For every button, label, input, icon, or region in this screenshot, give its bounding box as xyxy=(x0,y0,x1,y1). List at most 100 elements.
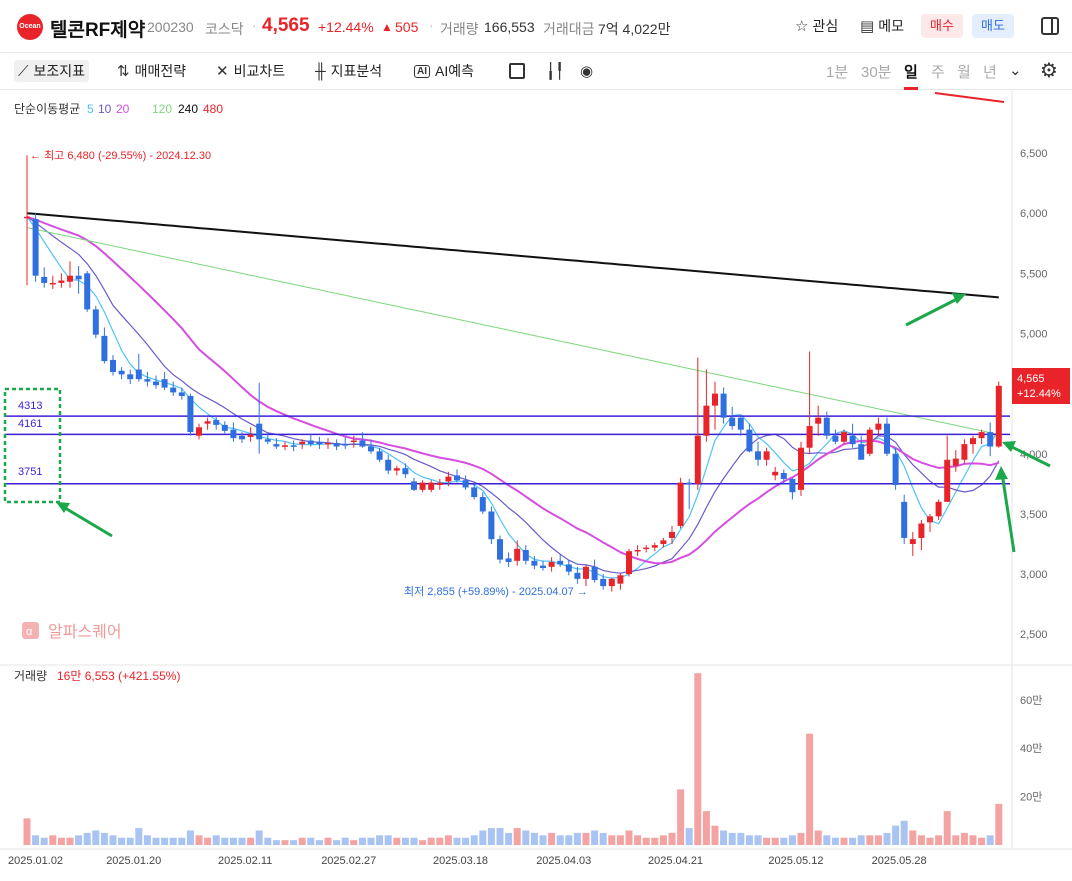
candle-body xyxy=(462,480,469,488)
period-month[interactable]: 월 xyxy=(957,61,971,82)
volume-bar xyxy=(109,835,117,845)
compare-button[interactable]: ✕ 비교차트 xyxy=(216,60,285,82)
volume-bar xyxy=(823,835,831,845)
volume-bar xyxy=(909,830,917,845)
period-30min[interactable]: 30분 xyxy=(861,61,892,82)
volume-bar xyxy=(290,840,298,845)
candle-body xyxy=(875,423,882,430)
volume-bar xyxy=(591,830,599,845)
period-day[interactable]: 일 xyxy=(904,61,918,90)
volume-bar xyxy=(393,837,401,845)
candle-body xyxy=(67,275,73,282)
candle-body xyxy=(436,482,443,486)
candle-body xyxy=(849,435,856,445)
volume-bar xyxy=(126,837,134,845)
candle-body xyxy=(307,440,314,445)
candle-type-button[interactable]: ╽╿ xyxy=(546,60,564,82)
volume-bar xyxy=(186,830,194,845)
ai-predict-button[interactable]: AI AI예측 xyxy=(414,60,474,82)
candle-body xyxy=(729,417,736,427)
change-rate: +12.44% xyxy=(318,19,374,35)
screenshot-button[interactable]: ◉ xyxy=(580,60,593,82)
period-year[interactable]: 년 xyxy=(983,61,997,82)
volume-bar xyxy=(711,825,719,845)
volume-bar xyxy=(685,828,693,845)
candle-body xyxy=(58,280,65,283)
candle-body xyxy=(196,427,202,436)
volume-bar xyxy=(66,837,74,845)
side-panel-icon[interactable] xyxy=(1041,17,1059,35)
green-arrow-1 xyxy=(59,503,113,538)
volume-bar xyxy=(926,837,934,845)
volume-bar xyxy=(969,835,977,845)
candle-body xyxy=(755,451,761,460)
ma480-line xyxy=(934,92,1005,103)
volume-bar xyxy=(573,832,581,845)
hline-label-3751: 3751 xyxy=(18,466,42,478)
ma-legend-20: 20 xyxy=(116,102,130,116)
candle-body xyxy=(342,444,349,446)
volume-bar xyxy=(522,830,530,845)
volume-bar xyxy=(272,840,280,845)
date-tick-label: 2025.02.11 xyxy=(218,855,272,867)
candle-body xyxy=(806,426,813,448)
volume-bar xyxy=(651,837,659,845)
price-chart[interactable]: 6,5006,0005,5005,0004,5004,0003,5003,000… xyxy=(0,89,1072,881)
candle-body xyxy=(161,379,168,388)
volume-bar xyxy=(737,832,745,845)
memo-button[interactable]: ▤ 메모 xyxy=(860,16,904,36)
volume-bar xyxy=(350,840,358,845)
candle-body xyxy=(290,445,297,447)
volume-bar xyxy=(728,832,736,845)
volume-bar xyxy=(264,837,272,845)
volume-bar xyxy=(814,830,822,845)
stock-name: 텔콘RF제약 xyxy=(50,20,146,41)
candle-body xyxy=(92,309,99,335)
square-tool-button[interactable] xyxy=(509,60,525,82)
candle-body xyxy=(531,560,538,566)
volume-bar xyxy=(866,835,874,845)
indicators-button[interactable]: ⟋ 보조지표 xyxy=(14,60,90,82)
candle-body xyxy=(600,578,607,587)
candle-body xyxy=(866,429,873,454)
candle-body xyxy=(944,459,951,502)
ma-legend-5: 5 xyxy=(87,102,94,116)
stock-code: 200230 xyxy=(147,19,194,35)
volume-bar xyxy=(599,832,607,845)
period-week[interactable]: 주 xyxy=(931,61,945,82)
gear-icon[interactable]: ⚙ xyxy=(1040,58,1058,83)
up-arrow-icon: ▲ xyxy=(381,20,393,34)
volume-bar xyxy=(143,835,151,845)
volume-bar xyxy=(857,835,865,845)
analysis-button[interactable]: ╫ 지표분석 xyxy=(315,60,382,82)
buy-button[interactable]: 매수 xyxy=(921,14,963,38)
candle-body xyxy=(737,417,744,430)
star-icon: ☆ xyxy=(795,18,809,35)
volume-bar xyxy=(229,837,237,845)
stock-market: 코스닥 xyxy=(205,21,244,37)
candle-body xyxy=(746,429,753,452)
volume-bar xyxy=(32,835,40,845)
volume-bar xyxy=(642,837,650,845)
candle-body xyxy=(522,549,529,561)
volume-bar xyxy=(298,837,306,845)
watch-button[interactable]: ☆ 관심 xyxy=(795,16,838,36)
volume-bar xyxy=(530,832,538,845)
period-1min[interactable]: 1분 xyxy=(826,61,848,82)
camera-icon: ◉ xyxy=(580,63,594,80)
candle-body xyxy=(273,444,280,447)
sort-arrows-icon: ⇅ xyxy=(117,63,130,80)
candle-body xyxy=(694,435,701,484)
green-arrowhead-4 xyxy=(995,466,1008,480)
strategy-button[interactable]: ⇅ 매매전략 xyxy=(117,60,186,82)
volume-bar xyxy=(49,835,57,845)
candle-body xyxy=(686,482,693,485)
chevron-down-icon[interactable]: ⌄ xyxy=(1009,61,1022,79)
candle-body xyxy=(858,444,865,460)
volume-bar xyxy=(212,835,220,845)
sell-button[interactable]: 매도 xyxy=(972,14,1014,38)
volume-bar xyxy=(376,835,384,845)
volume-bar xyxy=(161,837,169,845)
hline-label-4313: 4313 xyxy=(18,400,42,412)
volume-bar xyxy=(505,832,513,845)
